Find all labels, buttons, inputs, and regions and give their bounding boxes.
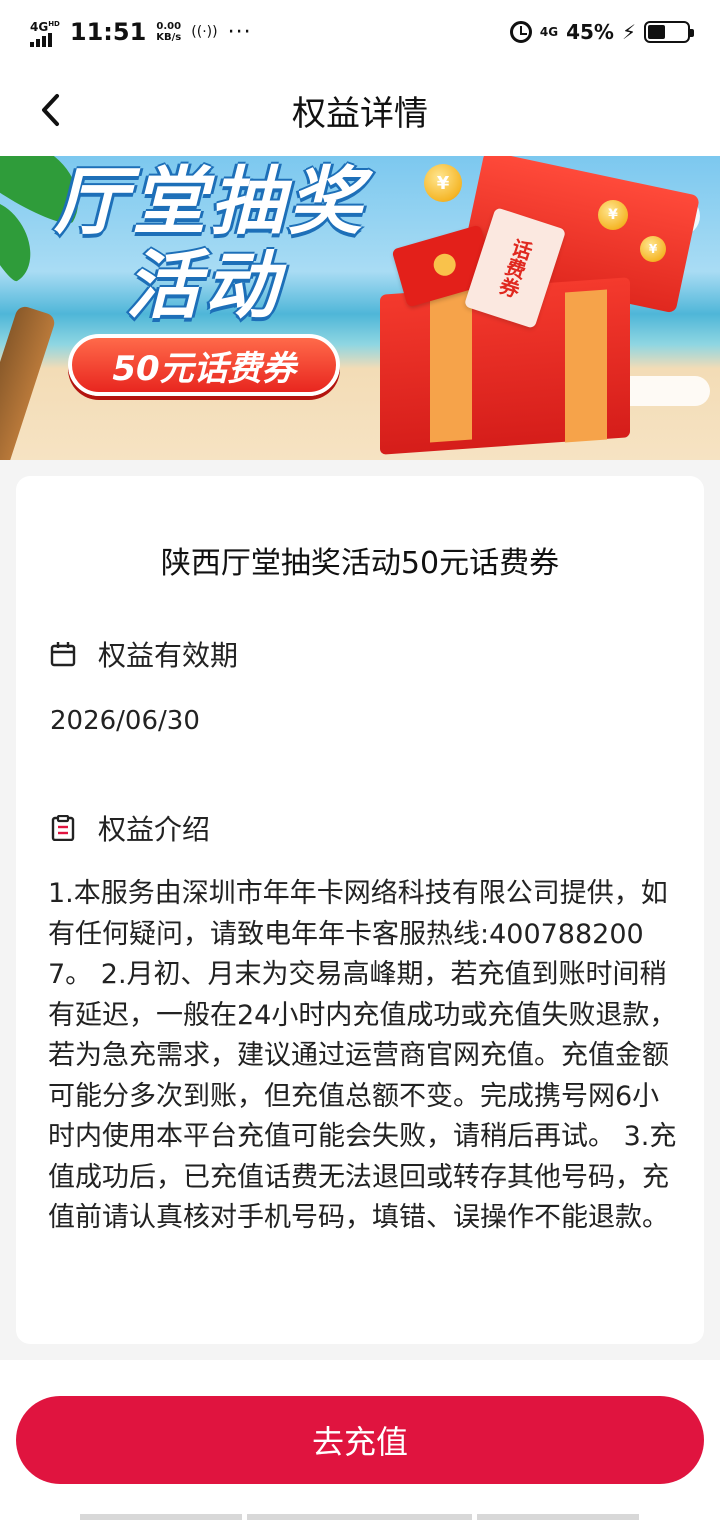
status-right: 4G 45% ⚡: [509, 20, 694, 44]
nav-gesture-bar: [477, 1514, 639, 1520]
coin-icon: ¥: [640, 236, 666, 262]
intro-label: 权益介绍: [98, 813, 211, 846]
nav-header: 权益详情: [0, 64, 720, 156]
intro-text: 1.本服务由深圳市年年卡网络科技有限公司提供，如有任何疑问，请致电年年卡客服热线…: [48, 878, 677, 1233]
alarm-icon: [509, 21, 532, 43]
status-bar: 4GHD 11:51 0.00 KB/s ((·)) ··· 4G 45% ⚡: [0, 0, 720, 64]
validity-label: 权益有效期: [98, 639, 239, 672]
nav-gesture-bar: [80, 1514, 242, 1520]
battery-fill: [648, 25, 666, 39]
coin-icon: ¥: [598, 200, 628, 230]
benefit-card: 陕西厅堂抽奖活动50元话费券 权益有效期 2026/06/30 权益介绍 1.本…: [16, 476, 704, 1344]
intro-section-header: 权益介绍: [50, 808, 210, 848]
back-button[interactable]: [30, 90, 70, 130]
benefit-title: 陕西厅堂抽奖活动50元话费券: [160, 546, 560, 581]
battery-icon: [644, 21, 694, 43]
nav-gesture-bar: [247, 1514, 472, 1520]
mobile-data-icon: 4G: [539, 25, 559, 39]
coin-icon: ¥: [424, 164, 462, 202]
palm-tree-illustration: [0, 304, 57, 460]
cell-signal-icon: 4GHD: [30, 18, 60, 47]
chevron-left-icon: [42, 94, 59, 126]
promo-banner: 厅堂抽奖 活动 50元话费券 话费券 ¥ ¥ ¥: [0, 156, 720, 460]
banner-coupon-pill: 50元话费券: [68, 334, 340, 396]
status-left: 4GHD 11:51 0.00 KB/s ((·)) ···: [30, 18, 252, 47]
battery-percent: 45%: [566, 20, 614, 44]
recharge-button[interactable]: 去充值: [16, 1396, 704, 1484]
bottom-action-bar: 去充值: [0, 1360, 720, 1520]
calendar-icon: [50, 642, 76, 667]
network-speed: 0.00 KB/s: [156, 21, 182, 43]
clipboard-icon: [51, 815, 75, 841]
hotspot-icon: ((·)): [191, 24, 218, 40]
banner-title-line2: 活动: [126, 243, 282, 329]
more-notifications-icon: ···: [227, 19, 252, 45]
page-title: 权益详情: [292, 93, 428, 134]
clock: 11:51: [69, 18, 147, 46]
validity-date: 2026/06/30: [50, 706, 200, 736]
validity-section-header: 权益有效期: [50, 634, 238, 674]
charging-icon: ⚡: [621, 20, 636, 44]
